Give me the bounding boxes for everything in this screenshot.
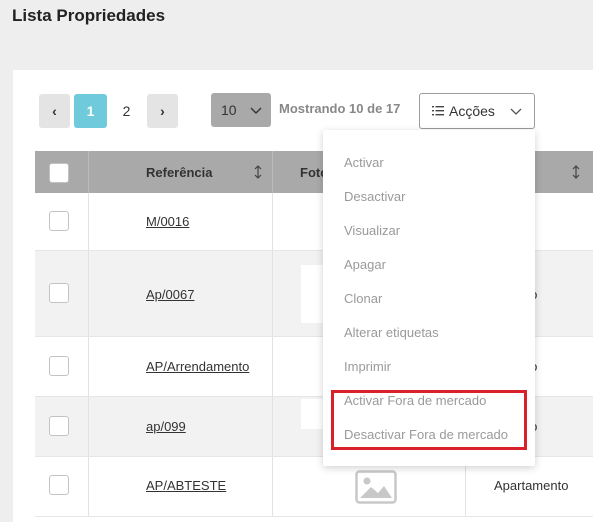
menu-item-imprimir[interactable]: Imprimir bbox=[344, 359, 391, 374]
prev-page-button[interactable]: ‹ bbox=[39, 94, 70, 128]
row-checkbox[interactable] bbox=[49, 356, 69, 376]
table-row[interactable]: AP/ABTESTE Apartamento bbox=[35, 457, 593, 517]
property-type: Apartamento bbox=[494, 478, 569, 493]
menu-item-desactivar[interactable]: Desactivar bbox=[344, 189, 405, 204]
page-title: Lista Propriedades bbox=[12, 6, 166, 25]
highlight-annotation-box bbox=[331, 390, 527, 450]
reference-link[interactable]: M/0016 bbox=[146, 214, 189, 229]
chevron-down-icon bbox=[250, 102, 262, 118]
header-referencia[interactable]: Referência bbox=[146, 151, 212, 193]
select-all-checkbox[interactable] bbox=[49, 163, 69, 183]
per-page-value: 10 bbox=[221, 102, 237, 118]
header-divider bbox=[88, 151, 89, 193]
menu-item-clonar[interactable]: Clonar bbox=[344, 291, 382, 306]
page-2-button[interactable]: 2 bbox=[110, 94, 143, 128]
row-checkbox[interactable] bbox=[49, 475, 69, 495]
row-checkbox[interactable] bbox=[49, 283, 69, 303]
actions-button[interactable]: Acções bbox=[419, 93, 535, 129]
sort-icon[interactable] bbox=[254, 151, 262, 193]
reference-link[interactable]: ap/099 bbox=[146, 419, 186, 434]
page-1-button[interactable]: 1 bbox=[74, 94, 107, 128]
reference-link[interactable]: Ap/0067 bbox=[146, 287, 194, 302]
per-page-select[interactable]: 10 bbox=[211, 93, 271, 127]
menu-item-apagar[interactable]: Apagar bbox=[344, 257, 386, 272]
menu-item-alterar-etiquetas[interactable]: Alterar etiquetas bbox=[344, 325, 439, 340]
image-placeholder-icon bbox=[355, 470, 397, 509]
menu-item-activar[interactable]: Activar bbox=[344, 155, 384, 170]
showing-count: Mostrando 10 de 17 bbox=[279, 101, 401, 116]
header-divider bbox=[272, 151, 273, 193]
chevron-down-icon bbox=[510, 103, 522, 119]
menu-item-visualizar[interactable]: Visualizar bbox=[344, 223, 400, 238]
sort-icon[interactable] bbox=[572, 151, 580, 193]
row-checkbox[interactable] bbox=[49, 416, 69, 436]
actions-label: Acções bbox=[449, 103, 495, 119]
reference-link[interactable]: AP/ABTESTE bbox=[146, 478, 226, 493]
list-icon bbox=[432, 103, 444, 119]
next-page-button[interactable]: › bbox=[147, 94, 178, 128]
row-checkbox[interactable] bbox=[49, 211, 69, 231]
reference-link[interactable]: AP/Arrendamento bbox=[146, 359, 249, 374]
